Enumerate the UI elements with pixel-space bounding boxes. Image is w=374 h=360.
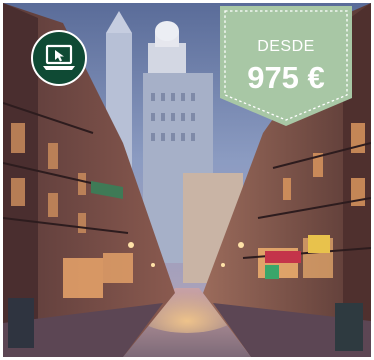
online-booking-badge (31, 30, 87, 86)
promo-card[interactable]: DESDE 975 € (3, 3, 371, 357)
price-tag: DESDE 975 € (220, 6, 352, 126)
price-value: 975 € (247, 60, 325, 95)
price-prefix: DESDE (257, 38, 315, 55)
laptop-cursor-icon (43, 44, 75, 70)
